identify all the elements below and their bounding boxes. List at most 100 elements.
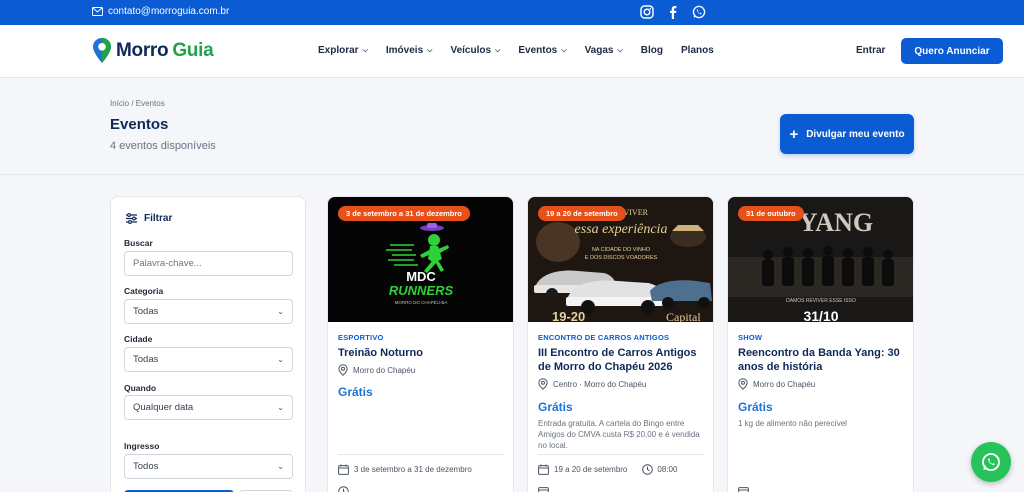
nav-imoveis[interactable]: Imóveis ⌵	[386, 45, 433, 56]
ticket-select[interactable]: Todos ⌄	[124, 454, 293, 479]
event-extra-info	[338, 486, 349, 492]
event-location-text: Centro · Morro do Chapéu	[553, 379, 647, 389]
poster-text-mdc: MDC	[406, 269, 436, 284]
search-input[interactable]	[124, 251, 293, 276]
event-location: Centro · Morro do Chapéu	[538, 378, 646, 390]
city-label: Cidade	[124, 334, 153, 344]
divulgar-evento-button[interactable]: + Divulgar meu evento	[780, 114, 914, 154]
nav-veiculos[interactable]: Veículos ⌵	[450, 45, 500, 56]
chevron-down-icon: ⌵	[561, 46, 567, 54]
chevron-down-icon: ⌵	[495, 46, 501, 54]
event-card[interactable]: VENHA VIVER essa experiência NA CIDADE D…	[527, 196, 714, 492]
chevron-down-icon: ⌄	[277, 403, 284, 412]
event-title[interactable]: Treinão Noturno	[338, 346, 508, 360]
nav-label: Blog	[640, 45, 664, 56]
facebook-icon[interactable]	[666, 5, 680, 19]
sliders-icon	[126, 213, 137, 224]
event-date-badge: 3 de setembro a 31 de dezembro	[338, 206, 470, 221]
poster-text-date: 31/10	[803, 308, 838, 322]
map-pin-icon	[338, 364, 348, 376]
nav-planos[interactable]: Planos	[681, 45, 714, 56]
calendar-icon	[738, 487, 749, 492]
category-select-value: Todas	[133, 306, 159, 317]
event-card[interactable]: MDC RUNNERS MORRO DO CHAPÉU-BA 3 de sete…	[327, 196, 514, 492]
category-select[interactable]: Todas ⌄	[124, 299, 293, 324]
poster-text-slogan: DAMOS REVIVER ESSE ISSO	[786, 298, 856, 304]
poster-text-cidade: NA CIDADE DO VINHO	[592, 247, 651, 253]
nav-explorar[interactable]: Explorar ⌵	[318, 45, 368, 56]
event-title[interactable]: Reencontro da Banda Yang: 30 anos de his…	[738, 346, 908, 374]
chevron-down-icon: ⌵	[362, 46, 368, 54]
logo[interactable]: Morro Guia	[92, 37, 214, 64]
category-label: Categoria	[124, 286, 164, 296]
when-select[interactable]: Qualquer data ⌄	[124, 395, 293, 420]
chevron-down-icon: ⌵	[617, 46, 623, 54]
clock-icon	[642, 464, 654, 475]
nav-blog[interactable]: Blog	[641, 45, 663, 56]
event-price: Grátis	[338, 385, 373, 399]
page-hero: Início / Eventos Eventos 4 eventos dispo…	[0, 78, 1024, 175]
event-extra-info	[738, 486, 749, 492]
when-select-value: Qualquer data	[133, 402, 194, 413]
map-pin-icon	[538, 378, 548, 390]
main-header: Morro Guia Explorar ⌵ Imóveis ⌵ Veículos ⌵ …	[0, 25, 1024, 78]
event-time: 08:00	[642, 464, 677, 475]
event-time-text: 08:00	[657, 465, 678, 474]
instagram-icon[interactable]	[640, 5, 654, 19]
poster-text-runners: RUNNERS	[389, 283, 454, 298]
contact-email-text: contato@morroguia.com.br	[108, 6, 230, 17]
event-category: SHOW	[738, 333, 763, 342]
contact-email[interactable]: contato@morroguia.com.br	[92, 6, 229, 17]
quero-anunciar-button[interactable]: Quero Anunciar	[901, 38, 1003, 64]
event-location: Morro do Chapéu	[738, 378, 815, 390]
event-date-badge: 31 de outubro	[738, 206, 804, 221]
event-schedule: 19 a 20 de setembro 08:00	[538, 464, 677, 475]
event-schedule: 3 de setembro a 31 de dezembro	[338, 464, 472, 475]
logo-word-guia: Guia	[172, 39, 214, 61]
when-label: Quando	[124, 383, 157, 393]
divider	[338, 454, 504, 455]
plus-icon: +	[789, 125, 799, 143]
breadcrumb[interactable]: Início / Eventos	[110, 99, 165, 108]
calendar-icon	[338, 464, 349, 475]
chevron-down-icon: ⌄	[277, 307, 284, 316]
event-description: 1 kg de alimento não perecível	[738, 419, 847, 428]
main-nav: Explorar ⌵ Imóveis ⌵ Veículos ⌵ Eventos ⌵ Va…	[318, 45, 714, 56]
event-date-text: 3 de setembro a 31 de dezembro	[354, 465, 472, 474]
poster-text-discos: E DOS DISCOS VOADORES	[585, 255, 658, 261]
nav-label: Explorar	[318, 45, 359, 56]
poster-text-city: MORRO DO CHAPÉU-BA	[395, 299, 448, 305]
divulgar-evento-label: Divulgar meu evento	[806, 128, 905, 140]
nav-label: Imóveis	[385, 45, 424, 56]
event-location: Morro do Chapéu	[338, 364, 415, 376]
event-description: Entrada gratuita. A cartela do Bingo ent…	[538, 419, 700, 450]
divider	[538, 454, 704, 455]
whatsapp-icon[interactable]	[692, 5, 706, 19]
ticket-select-value: Todos	[133, 461, 159, 472]
event-date-text: 19 a 20 de setembro	[554, 465, 628, 474]
poster-text-experiencia: essa experiência	[575, 222, 668, 237]
whatsapp-float-button[interactable]	[971, 442, 1011, 482]
top-bar: contato@morroguia.com.br	[0, 0, 1024, 25]
logo-word-morro: Morro	[116, 39, 169, 61]
chevron-down-icon: ⌄	[277, 462, 284, 471]
event-title[interactable]: III Encontro de Carros Antigos de Morro …	[538, 346, 708, 374]
poster-text-yang: YANG	[799, 208, 873, 237]
filter-panel: Filtrar Buscar Categoria Todas ⌄ Cidade …	[110, 196, 306, 492]
event-extra-info	[538, 486, 549, 492]
nav-eventos[interactable]: Eventos ⌵	[518, 45, 566, 56]
city-select-value: Todas	[133, 354, 159, 365]
login-link[interactable]: Entrar	[856, 45, 885, 56]
nav-label: Planos	[681, 45, 714, 56]
whatsapp-icon	[982, 453, 1000, 471]
nav-label: Veículos	[450, 45, 492, 56]
map-pin-icon	[738, 378, 748, 390]
event-price: Grátis	[538, 400, 573, 414]
event-card[interactable]: YANG DAMOS REVIVER ESSE ISSO 31/10 31 de…	[727, 196, 914, 492]
nav-vagas[interactable]: Vagas ⌵	[585, 45, 623, 56]
event-date-badge: 19 a 20 de setembro	[538, 206, 626, 221]
city-select[interactable]: Todas ⌄	[124, 347, 293, 372]
mail-icon	[92, 7, 103, 16]
events-count: 4 eventos disponíveis	[110, 140, 216, 152]
map-pin-logo-icon	[93, 38, 111, 63]
